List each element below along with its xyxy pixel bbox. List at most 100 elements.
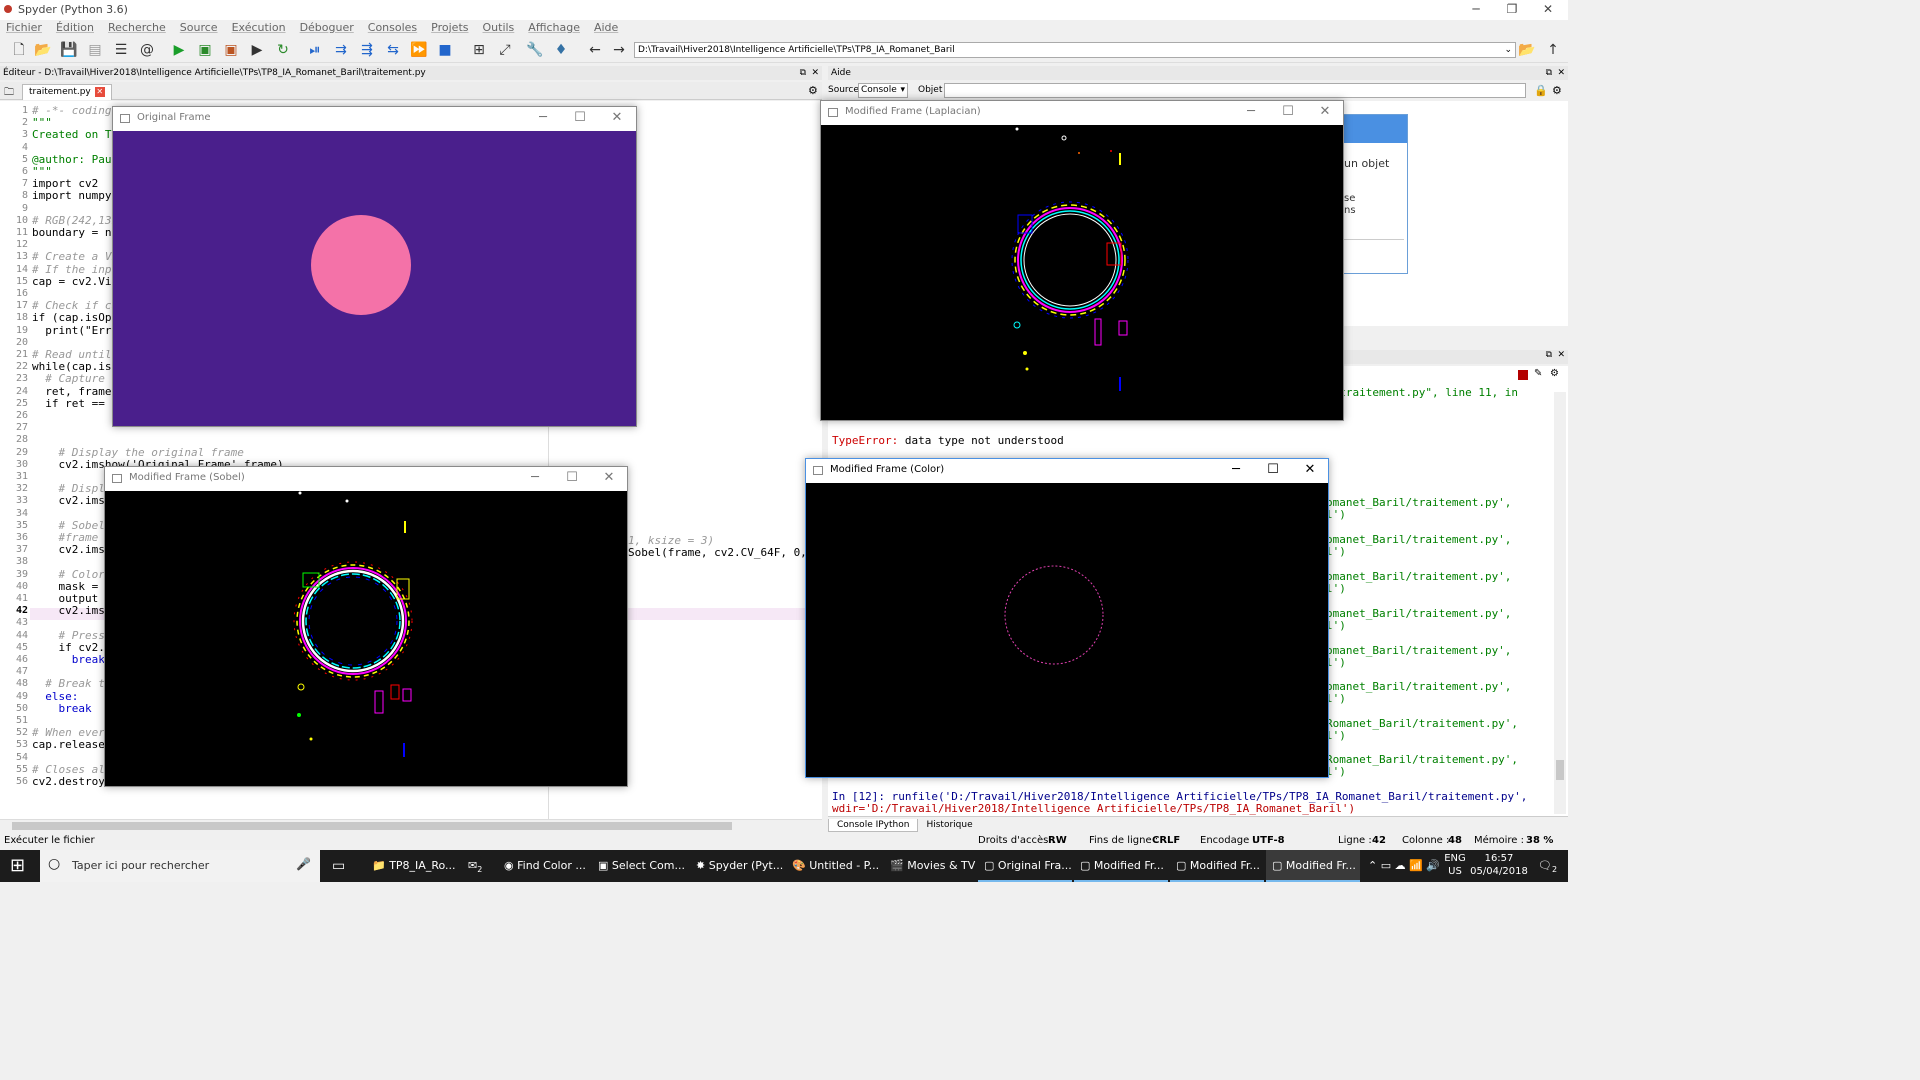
maximize-icon[interactable]: ☐ [562,470,582,485]
maximize-icon[interactable]: ☐ [570,110,590,125]
gear-icon[interactable]: ⚙ [1550,368,1559,379]
at-icon[interactable]: @ [138,41,156,59]
close-icon[interactable]: ✕ [1530,0,1566,18]
window-titlebar[interactable]: Modified Frame (Laplacian) ─ ☐ ✕ [821,101,1343,125]
run-cell-icon[interactable]: ▣ [196,41,214,59]
close-icon[interactable]: ✕ [599,470,619,485]
taskbar-item-spyder[interactable]: ✸ Spyder (Pyt... [690,850,784,882]
run-selection-icon[interactable]: ▶ [248,41,266,59]
window-laplacian[interactable]: Modified Frame (Laplacian) ─ ☐ ✕ [820,100,1344,421]
tab-historique[interactable]: Historique [918,819,980,831]
scroll-thumb[interactable] [1556,760,1564,780]
stop-kernel-icon[interactable] [1518,370,1528,380]
menu-recherche[interactable]: Recherche [108,21,166,34]
object-input[interactable] [944,83,1526,98]
browse-tabs-icon[interactable]: 🗀 [4,85,14,102]
undock-icon[interactable]: ⧉ [1546,66,1552,80]
forward-arrow-icon[interactable]: → [610,41,628,59]
lock-icon[interactable]: 🔒 [1534,84,1548,97]
window-titlebar[interactable]: Modified Frame (Color) ─ ☐ ✕ [806,459,1328,483]
menu-affichage[interactable]: Affichage [528,21,580,34]
taskbar-item-modified-3[interactable]: ▢ Modified Fr... [1266,850,1360,882]
microphone-icon[interactable]: 🎤 [296,857,311,871]
maximize-icon[interactable]: ☐ [1263,462,1283,477]
undock-icon[interactable]: ⧉ [1546,350,1552,360]
outline-icon[interactable]: ☰ [112,41,130,59]
menu-edition[interactable]: Édition [56,21,94,34]
close-icon[interactable]: ✕ [1300,462,1320,477]
chevron-down-icon[interactable]: ⌄ [1504,43,1512,57]
minimize-icon[interactable]: ─ [525,470,545,485]
tab-close-icon[interactable]: ✕ [94,87,105,97]
gear-icon[interactable]: ⚙ [808,84,818,97]
close-pane-icon[interactable]: ✕ [811,66,819,80]
source-select[interactable]: Console ▾ [858,83,908,98]
console-scrollbar[interactable] [1554,392,1566,814]
taskbar-item-movies[interactable]: 🎬 Movies & TV [884,850,976,882]
tray-icons[interactable]: ⌃ ▭ ☁ 📶 🔊 [1362,850,1442,882]
menu-source[interactable]: Source [180,21,218,34]
window-titlebar[interactable]: Modified Frame (Sobel) ─ ☐ ✕ [105,467,627,491]
tab-traitement[interactable]: traitement.py ✕ [22,84,112,100]
working-directory-input[interactable]: D:\Travail\Hiver2018\Intelligence Artifi… [634,42,1516,58]
window-original-frame[interactable]: Original Frame ─ ☐ ✕ [112,106,637,427]
save-all-icon[interactable]: ▤ [86,41,104,59]
minimize-icon[interactable]: ─ [1458,0,1494,18]
maximize-pane-icon[interactable]: ⊞ [470,41,488,59]
python-icon[interactable]: ♦ [552,41,570,59]
window-titlebar[interactable]: Original Frame ─ ☐ ✕ [113,107,636,131]
menu-execution[interactable]: Exécution [232,21,286,34]
maximize-icon[interactable]: ☐ [1278,104,1298,119]
save-icon[interactable]: 💾 [60,41,78,59]
menu-outils[interactable]: Outils [483,21,515,34]
fullscreen-icon[interactable]: ⤢ [496,41,514,59]
tab-console-ipython[interactable]: Console IPython [828,819,919,832]
taskbar-item-modified-2[interactable]: ▢ Modified Fr... [1170,850,1264,882]
menu-deboguer[interactable]: Déboguer [300,21,354,34]
language-indicator[interactable]: ENG US [1442,852,1468,878]
parent-dir-icon[interactable]: ↑ [1544,41,1562,59]
continue-icon[interactable]: ⏩ [410,41,428,59]
close-icon[interactable]: ✕ [1315,104,1335,119]
debug-icon[interactable]: ⏯ [306,41,324,59]
menu-projets[interactable]: Projets [431,21,468,34]
close-pane-icon[interactable]: ✕ [1557,350,1565,360]
taskbar-item-modified-1[interactable]: ▢ Modified Fr... [1074,850,1168,882]
undock-icon[interactable]: ⧉ [800,66,806,80]
mail-icon[interactable]: ✉2 [462,850,498,882]
open-folder-icon[interactable]: 📂 [34,41,52,59]
close-pane-icon[interactable]: ✕ [1557,66,1565,80]
minimize-icon[interactable]: ─ [1226,462,1246,477]
clock[interactable]: 16:57 05/04/2018 [1470,852,1528,878]
taskbar-item-explorer[interactable]: 📁 TP8_IA_Ro... [366,850,462,882]
run-icon[interactable]: ▶ [170,41,188,59]
task-view-icon[interactable]: ▭ [326,850,362,882]
wrench-icon[interactable]: 🔧 [526,41,544,59]
taskbar-item-original-frame[interactable]: ▢ Original Fra... [978,850,1072,882]
rerun-icon[interactable]: ↻ [274,41,292,59]
menu-consoles[interactable]: Consoles [368,21,417,34]
notifications-icon[interactable]: 🗨2 [1532,850,1564,882]
window-color[interactable]: Modified Frame (Color) ─ ☐ ✕ [805,458,1329,778]
gear-icon[interactable]: ⚙ [1552,84,1562,97]
browse-folder-icon[interactable]: 📂 [1518,41,1536,59]
scroll-thumb[interactable] [12,822,732,830]
close-icon[interactable]: ✕ [607,110,627,125]
minimize-icon[interactable]: ─ [533,110,553,125]
step-icon[interactable]: ⇉ [332,41,350,59]
eraser-icon[interactable]: ✎ [1534,368,1542,379]
window-sobel[interactable]: Modified Frame (Sobel) ─ ☐ ✕ [104,466,628,787]
step-into-icon[interactable]: ⇶ [358,41,376,59]
back-arrow-icon[interactable]: ← [586,41,604,59]
search-box[interactable]: ○ Taper ici pour rechercher 🎤 [40,850,320,882]
taskbar-item-chrome[interactable]: ◉ Find Color ... [498,850,590,882]
editor-horizontal-scrollbar[interactable] [0,819,822,831]
menu-aide[interactable]: Aide [594,21,618,34]
menu-fichier[interactable]: Fichier [6,21,42,34]
restore-icon[interactable]: ❐ [1494,0,1530,18]
new-file-icon[interactable]: 🗋 [10,41,28,59]
step-return-icon[interactable]: ⇆ [384,41,402,59]
stop-icon[interactable]: ■ [436,41,454,59]
run-cell-advance-icon[interactable]: ▣ [222,41,240,59]
windows-start-icon[interactable]: ⊞ [4,850,40,882]
